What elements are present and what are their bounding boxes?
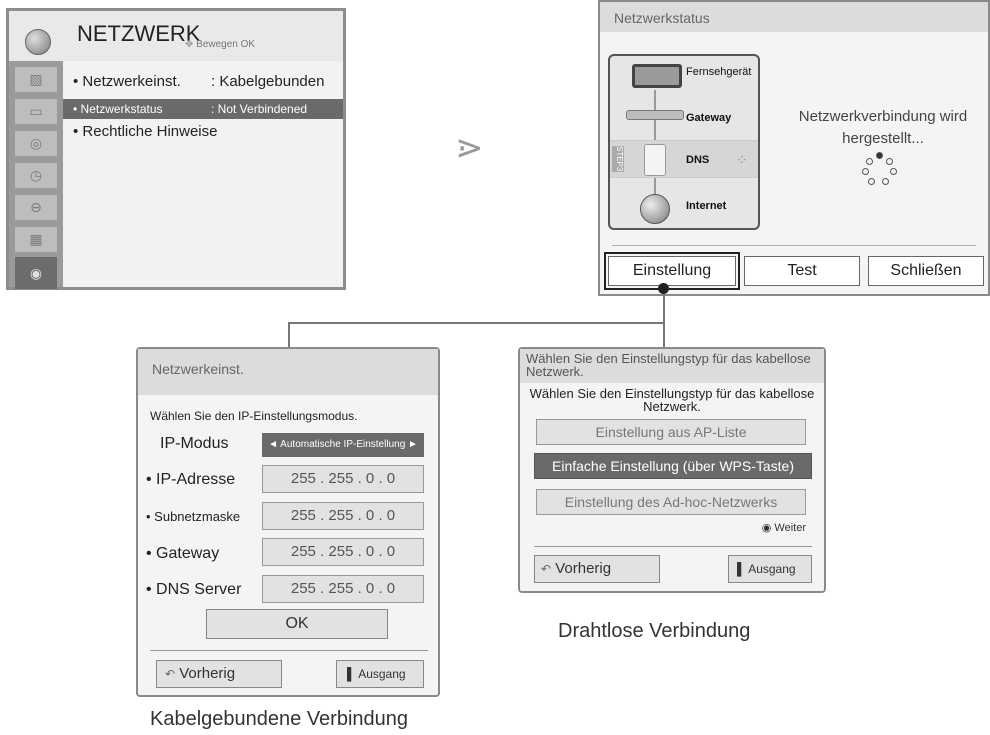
status-message: Netzwerkverbindung wird hergestellt... [798, 108, 968, 147]
loading-spinner-icon [860, 152, 900, 186]
dns-server-icon [644, 144, 666, 176]
gateway-label: • Gateway [146, 545, 220, 562]
vorherig-button[interactable]: ↶ Vorherig [156, 660, 282, 688]
globe-icon [25, 29, 51, 55]
flow-arrow: ⋗ [455, 129, 483, 167]
wps-option[interactable]: Einfache Einstellung (über WPS-Taste) [534, 453, 812, 479]
vorherig-button[interactable]: ↶ Vorherig [534, 555, 660, 583]
internet-globe-icon [640, 194, 670, 224]
clock-icon[interactable]: ◷ [15, 163, 57, 188]
dns-server-field[interactable]: 255 . 255 . 0 . 0 [262, 575, 424, 603]
connection-diagram: Fernsehgerät Gateway STEP3 DNS ⁘ Interne… [608, 54, 760, 230]
menu-sidebar: ▧ ▭ ◎ ◷ ⊖ ▦ ◉ [9, 61, 63, 289]
adhoc-option[interactable]: Einstellung des Ad-hoc-Netzwerks [536, 489, 806, 515]
schliessen-button[interactable]: Schließen [868, 256, 984, 286]
node-dns: DNS [686, 154, 710, 166]
wireless-setup-dialog: Wählen Sie den Einstellungstyp für das k… [518, 347, 826, 593]
screen-icon[interactable]: ▭ [15, 99, 57, 124]
wired-header: Netzwerkeinst. [138, 349, 438, 395]
wifi-title: Wählen Sie den Einstellungstyp für das k… [526, 351, 811, 379]
wired-divider [150, 650, 428, 651]
connector-line [288, 322, 290, 348]
ip-mode-hint: Wählen Sie den IP-Einstellungsmodus. [150, 409, 358, 423]
dns-server-label: • DNS Server [146, 581, 242, 598]
netzwerkstatus-dialog: Netzwerkstatus Fernsehgerät Gateway STEP… [598, 0, 990, 296]
wired-title: Netzwerkeinst. [152, 361, 244, 377]
ausgang-button[interactable]: ▌ Ausgang [728, 555, 812, 583]
menu-item-netzwerkstatus[interactable]: • Netzwerkstatus : Not Verbindened [63, 99, 343, 119]
picture-icon[interactable]: ▧ [15, 67, 57, 92]
network-icon[interactable]: ◉ [15, 257, 57, 289]
status-header: Netzwerkstatus [600, 2, 988, 32]
connector-line [288, 322, 665, 324]
ip-address-field[interactable]: 255 . 255 . 0 . 0 [262, 465, 424, 493]
ausgang-button[interactable]: ▌ Ausgang [336, 660, 424, 688]
wifi-header: Wählen Sie den Einstellungstyp für das k… [520, 349, 824, 383]
connector-dot [658, 283, 669, 294]
exit-icon: ▌ [347, 667, 356, 681]
ip-mode-label: IP-Modus [160, 435, 229, 452]
tv-icon [632, 64, 682, 88]
ip-mode-selector[interactable]: ◄ Automatische IP-Einstellung ► [262, 433, 424, 457]
node-fernsehgeraet: Fernsehgerät [686, 66, 752, 78]
einstellung-button[interactable]: Einstellung [604, 252, 740, 290]
gateway-icon [626, 110, 684, 120]
ap-list-option[interactable]: Einstellung aus AP-Liste [536, 419, 806, 445]
caption-wireless: Drahtlose Verbindung [558, 620, 751, 642]
nav-hint: ✥ Bewegen OK [185, 39, 256, 50]
status-title: Netzwerkstatus [614, 10, 710, 26]
menu-item-rechtliche-hinweise[interactable]: • Rechtliche Hinweise [73, 123, 217, 140]
connector-line [663, 288, 665, 348]
node-internet: Internet [686, 200, 727, 212]
back-icon: ↶ [165, 667, 176, 681]
test-button[interactable]: Test [744, 256, 860, 286]
exit-icon: ▌ [737, 562, 746, 576]
netzwerkeinst-dialog: Netzwerkeinst. Wählen Sie den IP-Einstel… [136, 347, 440, 697]
mini-spinner-icon: ⁘ [736, 152, 748, 168]
step-label: STEP3 [612, 146, 624, 172]
caption-wired: Kabelgebundene Verbindung [150, 708, 409, 730]
audio-icon[interactable]: ◎ [15, 131, 57, 156]
weiter-hint[interactable]: ◉ Weiter [700, 521, 806, 534]
subnet-mask-field[interactable]: 255 . 255 . 0 . 0 [262, 502, 424, 530]
subnet-mask-label: • Subnetzmaske [146, 509, 241, 524]
lock-icon[interactable]: ⊖ [15, 195, 57, 220]
back-icon: ↶ [541, 562, 552, 576]
wifi-divider [534, 546, 812, 547]
menu-body: • Netzwerkeinst. : Kabelgebunden • Netzw… [63, 61, 343, 287]
netzwerk-menu: NETZWERK ✥ Bewegen OK ▧ ▭ ◎ ◷ ⊖ ▦ ◉ • Ne… [6, 8, 346, 290]
menu-item-netzwerkeinst[interactable]: • Netzwerkeinst. : Kabelgebunden [73, 73, 324, 90]
menu-title: NETZWERK [77, 21, 201, 46]
ok-button[interactable]: OK [206, 609, 388, 639]
option-icon[interactable]: ▦ [15, 227, 57, 252]
status-divider [612, 245, 976, 246]
ip-address-label: • IP-Adresse [146, 471, 236, 488]
dpad-icon: ✥ [185, 39, 194, 50]
menu-header: NETZWERK ✥ Bewegen OK [9, 11, 343, 61]
gateway-field[interactable]: 255 . 255 . 0 . 0 [262, 538, 424, 566]
wifi-subtitle: Wählen Sie den Einstellungstyp für das k… [529, 386, 815, 414]
node-gateway: Gateway [686, 112, 732, 124]
